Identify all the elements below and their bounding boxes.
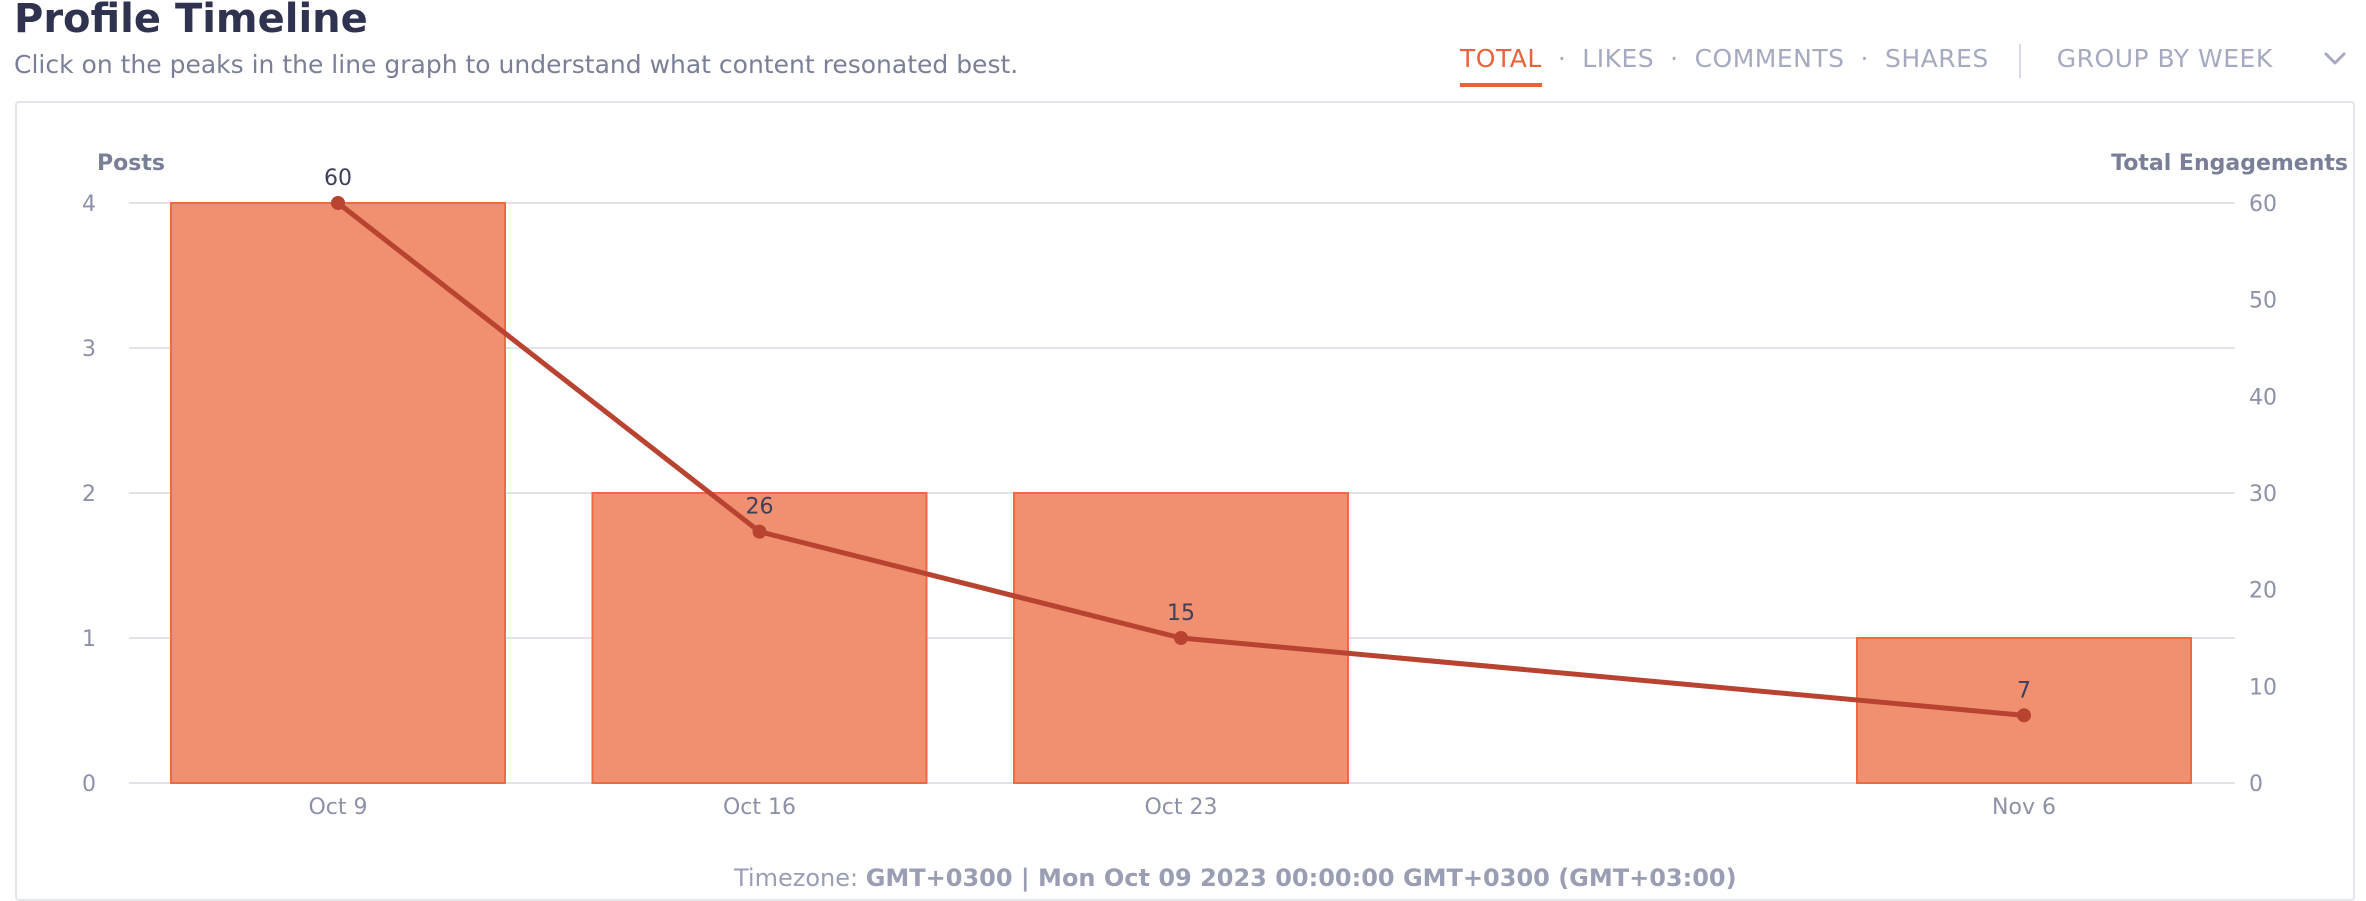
chart-card: 0 1 2 3 4 Posts 0 10 20 30 40 50 60 Total Engagements… <box>15 101 2355 901</box>
bar-posts[interactable] <box>170 202 506 784</box>
tab-shares[interactable]: SHARES <box>1885 44 1989 83</box>
line-point[interactable] <box>2017 708 2031 723</box>
y-left-axis-label: Posts <box>97 151 165 176</box>
page-subtitle: Click on the peaks in the line graph to … <box>14 50 1019 79</box>
x-tick-label: Oct 9 <box>308 795 367 820</box>
profile-timeline-chart: 0 1 2 3 4Posts 0 10 20 30 40 50 60 Total Engagements… <box>82 151 2348 820</box>
group-by-dropdown[interactable]: GROUP BY WEEK <box>2057 44 2273 73</box>
y-left-tick-label: 0 <box>82 772 96 797</box>
data-label: 26 <box>746 495 774 520</box>
y-left-tick-label: 1 <box>82 627 96 652</box>
page-title: Profile Timeline <box>14 0 368 42</box>
line-point[interactable] <box>752 524 767 539</box>
y-left-tick-label: 2 <box>82 482 96 507</box>
y-left-tick-label: 4 <box>82 192 96 217</box>
y-right-tick-label: 10 <box>2249 675 2277 700</box>
data-label: 60 <box>324 166 352 191</box>
x-tick-label: Nov 6 <box>1992 795 2056 820</box>
y-right-tick-label: 50 <box>2249 289 2277 314</box>
x-tick-label: Oct 16 <box>723 795 796 820</box>
timezone-note: Timezone: GMT+0300 | Mon Oct 09 2023 00:… <box>734 864 1737 892</box>
x-tick-label: Oct 23 <box>1144 795 1217 820</box>
y-left-tick-label: 3 <box>82 337 96 362</box>
tab-separator: · <box>1670 44 1679 73</box>
chevron-down-icon[interactable] <box>2320 44 2350 74</box>
y-right-tick-label: 0 <box>2249 772 2263 797</box>
tab-separator: · <box>1860 44 1869 73</box>
tab-total[interactable]: TOTAL <box>1460 44 1542 87</box>
line-point[interactable] <box>331 196 345 210</box>
y-right-tick-label: 30 <box>2249 482 2277 507</box>
tabs-divider <box>2018 44 2021 78</box>
metric-tabs: TOTAL · LIKES · COMMENTS · SHARES GROUP … <box>1460 44 2273 90</box>
tab-separator: · <box>1557 44 1567 73</box>
tab-likes[interactable]: LIKES <box>1582 44 1654 83</box>
y-right-tick-label: 20 <box>2249 579 2277 604</box>
line-point[interactable] <box>1174 631 1188 645</box>
data-label: 7 <box>2017 678 2031 703</box>
data-label: 15 <box>1167 601 1195 626</box>
y-right-tick-label: 60 <box>2249 192 2277 217</box>
tab-comments[interactable]: COMMENTS <box>1695 44 1845 83</box>
y-right-tick-label: 40 <box>2249 385 2277 410</box>
y-right-axis-label: Total Engagements <box>2111 151 2348 176</box>
